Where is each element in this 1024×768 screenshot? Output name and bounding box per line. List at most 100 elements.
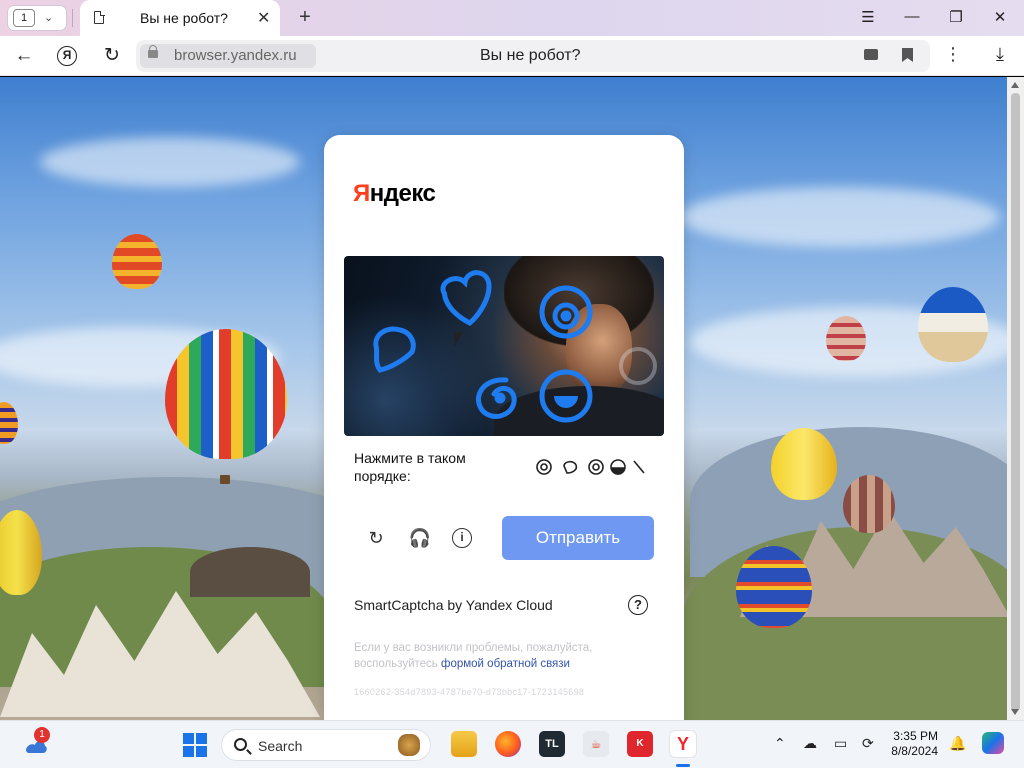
scroll-down-icon[interactable] (1011, 709, 1019, 715)
balloon-blue-white (918, 287, 988, 362)
captcha-heart-shape (440, 270, 492, 326)
order-noise-line (633, 460, 645, 474)
clock-time: 3:35 PM (893, 729, 938, 743)
page-title: Вы не робот? (480, 47, 581, 64)
divider (72, 9, 73, 27)
order-ring-inner (592, 463, 600, 471)
java-icon[interactable]: ☕ (583, 731, 609, 757)
weather-widget[interactable]: 1 (22, 727, 50, 757)
order-spiral-inner (540, 463, 548, 471)
close-window-icon[interactable]: ✕ (988, 8, 1012, 26)
windows-logo-tile (183, 746, 194, 757)
tab-title: Вы не робот? (140, 10, 228, 26)
captcha-order-hint (536, 459, 645, 475)
dark-rock (190, 547, 310, 597)
restore-icon[interactable]: ❐ (944, 8, 968, 26)
windows-logo-tile (196, 746, 207, 757)
balloon-blue (736, 546, 812, 628)
windows-logo-tile (196, 733, 207, 744)
balloon-basket (220, 475, 230, 484)
tabs-menu-icon[interactable]: ☰ (856, 8, 880, 26)
notification-badge: 1 (34, 727, 50, 743)
cloud (40, 137, 300, 187)
captcha-ring-spiral-shape (539, 285, 593, 339)
captcha-swirl-shape (475, 377, 517, 419)
taskbar: 1 Search TL ☕ K Y ⌃ ☁ ▭ ⟳ 3:35 PM 8/8/20… (0, 720, 1024, 768)
order-drop-fill (611, 467, 625, 475)
yandex-button[interactable]: Я (57, 46, 77, 66)
cloud (680, 187, 1000, 247)
feedback-link[interactable]: формой обратной связи (441, 658, 570, 670)
submit-button[interactable]: Отправить (502, 516, 654, 560)
display-icon[interactable]: ▭ (834, 735, 847, 752)
tl-app-icon[interactable]: TL (539, 731, 565, 757)
navigation-bar: ← Я ↻ browser.yandex.ru Вы не робот? ⋮ ⤓ (0, 36, 1024, 76)
document-icon (94, 10, 105, 24)
captcha-image[interactable] (344, 256, 664, 436)
address-bar[interactable]: browser.yandex.ru Вы не робот? (136, 40, 930, 72)
captcha-ghost-shape (373, 326, 416, 373)
balloon-brown (843, 475, 895, 533)
captcha-prompt: Нажмите в таком порядке: (354, 450, 466, 484)
download-icon[interactable]: ⤓ (988, 44, 1012, 65)
feedback-note: Если у вас возникли проблемы, пожалуйста… (354, 640, 634, 672)
bell-icon[interactable]: 🔔 (949, 735, 966, 752)
back-arrow-icon[interactable]: ← (12, 44, 36, 68)
tab-active[interactable]: Вы не робот? ✕ (80, 0, 280, 36)
search-icon (234, 738, 247, 751)
logo-rest: ндекс (369, 180, 436, 207)
balloon-red (112, 234, 162, 289)
order-ghost-icon (563, 460, 578, 474)
tab-strip: 1 ⌄ Вы не робот? ✕ + ☰ — ❐ ✕ (0, 0, 1024, 36)
chevron-down-icon: ⌄ (44, 12, 54, 24)
taskbar-search[interactable]: Search (221, 729, 431, 761)
firefox-icon[interactable] (495, 731, 521, 757)
chat-icon[interactable] (864, 49, 878, 60)
yandex-logo: Яндекс (353, 180, 436, 208)
new-tab-button[interactable]: + (293, 6, 317, 30)
clock-date: 8/8/2024 (891, 744, 938, 758)
captcha-shapes (373, 270, 657, 423)
balloon-orange (0, 402, 18, 444)
order-spiral-icon (536, 459, 552, 475)
screen: 1 ⌄ Вы не робот? ✕ + ☰ — ❐ ✕ ← Я ↻ brows… (0, 0, 1024, 768)
logo-first-letter: Я (353, 180, 370, 207)
order-ring-icon (588, 459, 604, 475)
captcha-faint-shape (619, 347, 657, 385)
reload-icon[interactable]: ↻ (100, 44, 124, 68)
scroll-up-icon[interactable] (1011, 82, 1019, 88)
network-icon[interactable]: ☁ (803, 735, 817, 752)
scrollbar[interactable] (1007, 77, 1024, 720)
file-explorer-icon[interactable] (451, 731, 477, 757)
balloon-pink (826, 316, 866, 361)
help-icon[interactable]: ? (628, 595, 648, 615)
scrollbar-thumb[interactable] (1011, 93, 1020, 711)
search-label: Search (258, 738, 303, 754)
info-icon[interactable]: i (452, 528, 472, 548)
kaspersky-icon[interactable]: K (627, 731, 653, 757)
lock-icon (148, 45, 158, 58)
copilot-icon[interactable] (982, 732, 1004, 754)
yandex-browser-icon[interactable]: Y (670, 731, 696, 757)
tab-counter[interactable]: 1 ⌄ (8, 6, 66, 30)
minimize-icon[interactable]: — (900, 8, 924, 25)
captcha-circle-drop-shape (539, 369, 593, 423)
clock[interactable]: 3:35 PM 8/8/2024 (890, 729, 938, 759)
request-id: 1660262-354d7893-4787be70-d73bbc17-17231… (354, 687, 585, 697)
mouse-cursor (454, 332, 463, 347)
captcha-card: Яндекс Нажмите в таком порядке: ↻ 🎧 i От… (324, 135, 684, 735)
search-highlight-icon (398, 734, 420, 756)
balloon-yellow (771, 428, 837, 500)
captcha-brand: SmartCaptcha by Yandex Cloud (354, 597, 553, 613)
bookmark-icon[interactable] (902, 48, 913, 62)
running-indicator (676, 764, 690, 767)
sync-icon[interactable]: ⟳ (862, 735, 874, 752)
balloon-multicolor (165, 329, 287, 459)
chevron-up-icon[interactable]: ⌃ (774, 735, 786, 752)
headphones-icon[interactable]: 🎧 (408, 526, 432, 550)
refresh-icon[interactable]: ↻ (364, 526, 388, 550)
tab-close-icon[interactable]: ✕ (257, 8, 270, 28)
windows-logo-tile (183, 733, 194, 744)
start-button[interactable] (183, 733, 207, 757)
more-menu-icon[interactable]: ⋮ (944, 44, 962, 65)
